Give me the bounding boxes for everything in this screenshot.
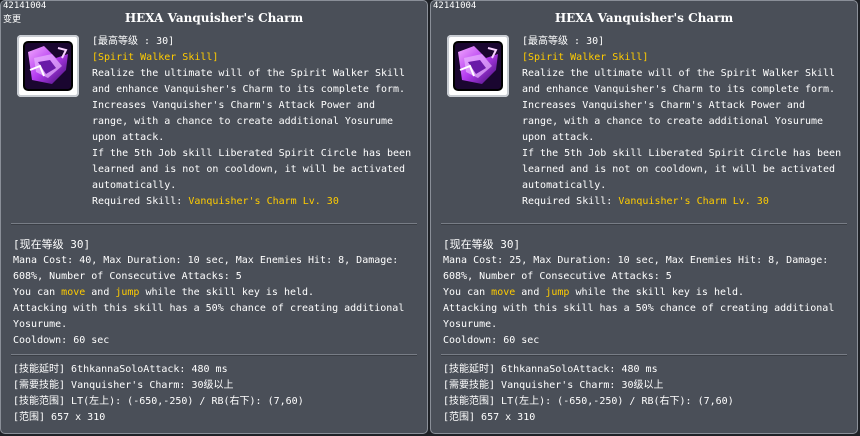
description-line: and enhance Vanquisher's Charm to its co…: [92, 84, 406, 95]
move-line: You can move and jump while the skill ke…: [13, 285, 423, 301]
required-skill: Required Skill: Vanquisher's Charm Lv. 3…: [522, 194, 852, 210]
required-skill-value: Vanquisher's Charm Lv. 30: [188, 196, 339, 207]
stats-line: 608%, Number of Consecutive Attacks: 5: [443, 271, 672, 282]
description-line: Increases Vanquisher's Charm's Attack Po…: [92, 100, 375, 111]
skill-id: 42141004: [3, 1, 47, 11]
skill-range-size: [范围] 657 x 310: [443, 412, 536, 423]
divider: [441, 354, 847, 356]
attack-line: Yosurume.: [13, 319, 68, 330]
skill-delay: [技能延时] 6thkannaSoloAttack: 480 ms: [443, 364, 658, 375]
current-level: [现在等级 30]: [443, 238, 521, 251]
skill-range-bounds: [技能范围] LT(左上): (-650,-250) / RB(右下): (7,…: [13, 396, 304, 407]
cooldown: Cooldown: 60 sec: [13, 335, 110, 346]
description-line: automatically.: [92, 180, 177, 191]
jump-keyword: jump: [545, 287, 570, 298]
attack-line: Yosurume.: [443, 319, 498, 330]
required-skill: Required Skill: Vanquisher's Charm Lv. 3…: [92, 194, 422, 210]
description-line: If the 5th Job skill Liberated Spirit Ci…: [92, 148, 412, 159]
skill-description: [最高等级 : 30] [Spirit Walker Skill] Realiz…: [92, 34, 422, 210]
skill-icon-frame: [17, 35, 79, 97]
skill-tooltip-after: 42141004 HEXA Vanquisher's Charm [最高等级 :…: [430, 0, 858, 434]
stats-line: Mana Cost: 25, Max Duration: 10 sec, Max…: [443, 255, 829, 266]
description-line: and enhance Vanquisher's Charm to its co…: [522, 84, 836, 95]
description-line: range, with a chance to create additiona…: [92, 116, 394, 127]
move-suffix: while the skill key is held.: [139, 287, 315, 298]
skill-id: 42141004: [433, 1, 477, 11]
current-level-section: [现在等级 30] Mana Cost: 40, Max Duration: 1…: [13, 237, 423, 349]
description-line: Realize the ultimate will of the Spirit …: [522, 68, 836, 79]
description-line: Realize the ultimate will of the Spirit …: [92, 68, 406, 79]
skill-delay: [技能延时] 6thkannaSoloAttack: 480 ms: [13, 364, 228, 375]
attack-line: Attacking with this skill has a 50% chan…: [443, 303, 835, 314]
required-skill-value: Vanquisher's Charm Lv. 30: [618, 196, 769, 207]
move-keyword: move: [61, 287, 86, 298]
vanquishers-charm-skill-icon: [23, 41, 73, 91]
vanquishers-charm-skill-icon: [453, 41, 503, 91]
skill-category: [Spirit Walker Skill]: [92, 52, 219, 63]
stats-line: Mana Cost: 40, Max Duration: 10 sec, Max…: [13, 255, 399, 266]
extra-info-section: [技能延时] 6thkannaSoloAttack: 480 ms [需要技能]…: [13, 362, 423, 426]
current-level-section: [现在等级 30] Mana Cost: 25, Max Duration: 1…: [443, 237, 853, 349]
description-line: automatically.: [522, 180, 607, 191]
move-suffix: while the skill key is held.: [569, 287, 745, 298]
divider: [441, 223, 847, 225]
attack-line: Attacking with this skill has a 50% chan…: [13, 303, 405, 314]
max-level: [最高等级 : 30]: [92, 36, 175, 47]
description-line: range, with a chance to create additiona…: [522, 116, 824, 127]
move-middle: and: [515, 287, 546, 298]
description-line: learned and is not on cooldown, it will …: [92, 164, 406, 175]
skill-tooltip-before: 42141004 变更 HEXA Vanquisher's Charm [最高等…: [0, 0, 428, 434]
required-skill-info: [需要技能] Vanquisher's Charm: 30级以上: [443, 380, 664, 391]
skill-title: HEXA Vanquisher's Charm: [554, 11, 734, 25]
description-line: learned and is not on cooldown, it will …: [522, 164, 836, 175]
skill-icon-frame: [447, 35, 509, 97]
skill-title: HEXA Vanquisher's Charm: [124, 11, 304, 25]
skill-category: [Spirit Walker Skill]: [522, 52, 649, 63]
required-skill-label: Required Skill:: [92, 196, 189, 207]
skill-description: [最高等级 : 30] [Spirit Walker Skill] Realiz…: [522, 34, 852, 210]
current-level: [现在等级 30]: [13, 238, 91, 251]
move-keyword: move: [491, 287, 516, 298]
move-prefix: You can: [13, 287, 62, 298]
stats-line: 608%, Number of Consecutive Attacks: 5: [13, 271, 242, 282]
description-line: upon attack.: [522, 132, 595, 143]
description-line: Increases Vanquisher's Charm's Attack Po…: [522, 100, 805, 111]
required-skill-info: [需要技能] Vanquisher's Charm: 30级以上: [13, 380, 234, 391]
skill-range-bounds: [技能范围] LT(左上): (-650,-250) / RB(右下): (7,…: [443, 396, 734, 407]
divider: [11, 223, 417, 225]
jump-keyword: jump: [115, 287, 140, 298]
max-level: [最高等级 : 30]: [522, 36, 605, 47]
description-line: upon attack.: [92, 132, 165, 143]
divider: [11, 354, 417, 356]
skill-range-size: [范围] 657 x 310: [13, 412, 106, 423]
extra-info-section: [技能延时] 6thkannaSoloAttack: 480 ms [需要技能]…: [443, 362, 853, 426]
move-middle: and: [85, 287, 116, 298]
required-skill-label: Required Skill:: [522, 196, 619, 207]
move-line: You can move and jump while the skill ke…: [443, 285, 853, 301]
description-line: If the 5th Job skill Liberated Spirit Ci…: [522, 148, 842, 159]
move-prefix: You can: [443, 287, 492, 298]
cooldown: Cooldown: 60 sec: [443, 335, 540, 346]
